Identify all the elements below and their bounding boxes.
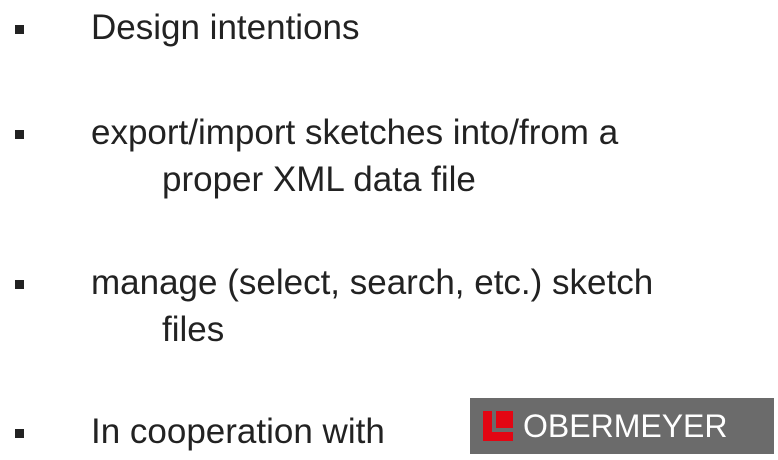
bullet-text: export/import sketches into/from a	[91, 113, 619, 152]
bullet-text-continuation: files	[162, 310, 225, 349]
square-bullet-icon	[15, 25, 24, 34]
bullet-text: In cooperation with	[91, 412, 385, 451]
square-bullet-icon	[15, 130, 24, 139]
logo-text: OBERMEYER	[523, 408, 728, 444]
bullet-text-continuation: proper XML data file	[162, 160, 476, 199]
square-bullet-icon	[15, 280, 24, 289]
square-bullet-icon	[15, 429, 24, 438]
slide: Design intentions export/import sketches…	[0, 0, 778, 460]
bullet-text: manage (select, search, etc.) sketch	[91, 263, 654, 302]
obermeyer-logo: OBERMEYER	[470, 398, 774, 454]
bullet-text: Design intentions	[91, 8, 360, 47]
obermeyer-mark-icon	[483, 411, 513, 441]
